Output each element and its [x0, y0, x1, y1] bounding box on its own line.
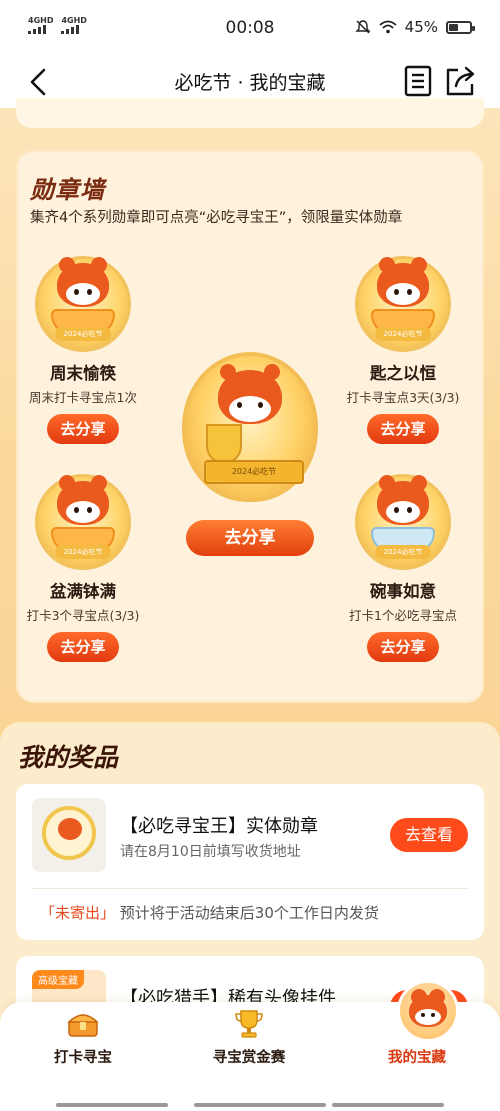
badge-medal: 2024必吃节: [182, 352, 318, 502]
status-tag: 「未寄出」: [40, 904, 116, 922]
view-prize-button[interactable]: 去查看: [390, 818, 468, 852]
advanced-treasure-tag: 高级宝藏: [32, 970, 84, 989]
tab-label: 我的宝藏: [388, 1050, 446, 1066]
prize-subtitle: 请在8月10日前填写收货地址: [120, 844, 301, 860]
battery-icon: [446, 20, 475, 34]
badge-plate: 2024必吃节: [204, 460, 304, 484]
status-text: 预计将于活动结束后30个工作日内发货: [119, 904, 379, 922]
badge-desc: 打卡寻宝点3天(3/3): [346, 390, 460, 405]
wifi-icon: [379, 20, 397, 34]
badge-ribbon: 2024必吃节: [55, 327, 111, 341]
share-badge-button[interactable]: 去分享: [367, 414, 439, 444]
badge-name: 匙之以恒: [370, 364, 436, 383]
share-master-badge-button[interactable]: 去分享: [186, 520, 314, 556]
badge-medal: 2024必吃节: [355, 256, 451, 352]
badge-medal: 2024必吃节: [35, 256, 131, 352]
battery-percent: 45%: [404, 18, 438, 36]
tab-checkin[interactable]: 打卡寻宝: [0, 1002, 166, 1082]
badge-item: 2024必吃节 碗事如意 打卡1个必吃寻宝点 去分享: [328, 474, 478, 662]
badge-medal: 2024必吃节: [355, 474, 451, 570]
badge-desc: 周末打卡寻宝点1次: [29, 390, 137, 405]
tab-label: 打卡寻宝: [54, 1050, 112, 1066]
badge-medal: 2024必吃节: [35, 474, 131, 570]
badge-item: 2024必吃节 盆满钵满 打卡3个寻宝点(3/3) 去分享: [8, 474, 158, 662]
badge-ribbon: 2024必吃节: [375, 545, 431, 559]
badge-ribbon: 2024必吃节: [375, 327, 431, 341]
badge-wall-title: 勋章墙: [30, 176, 105, 204]
share-badge-button[interactable]: 去分享: [47, 632, 119, 662]
red-panda-icon: [57, 475, 109, 525]
share-button[interactable]: [444, 64, 478, 98]
red-panda-icon: [397, 980, 459, 1042]
red-panda-icon: [57, 257, 109, 307]
trophy-icon: [235, 1010, 263, 1038]
badge-item: 2024必吃节 匙之以恒 打卡寻宝点3天(3/3) 去分享: [328, 256, 478, 444]
prize-card: 【必吃寻宝王】实体勋章 请在8月10日前填写收货地址 去查看 「未寄出」 预计将…: [16, 784, 484, 940]
prizes-title: 我的奖品: [18, 743, 119, 772]
status-bar: 4GHD 4GHD 00:08 45%: [0, 0, 500, 56]
tab-bounty-contest[interactable]: 寻宝赏金赛: [166, 1002, 332, 1082]
battery-fill: [449, 23, 458, 31]
badge-ribbon: 2024必吃节: [55, 545, 111, 559]
previous-section-card: [16, 98, 484, 128]
share-badge-button[interactable]: 去分享: [47, 414, 119, 444]
share-badge-button[interactable]: 去分享: [367, 632, 439, 662]
master-badge: 2024必吃节: [182, 352, 318, 502]
badge-wall: 勋章墙 集齐4个系列勋章即可点亮“必吃寻宝王”，领限量实体勋章 2024必吃节 …: [16, 150, 484, 703]
badge-desc: 打卡3个寻宝点(3/3): [26, 608, 140, 623]
shipping-status: 「未寄出」 预计将于活动结束后30个工作日内发货: [40, 902, 379, 923]
tab-label: 寻宝赏金赛: [212, 1050, 286, 1066]
medal-image-icon: [42, 806, 96, 860]
bottom-tab-bar: 打卡寻宝 寻宝赏金赛 我的宝藏: [0, 980, 500, 1111]
rules-button[interactable]: [402, 64, 434, 98]
gesture-bar: [194, 1103, 326, 1107]
trophy-icon: [206, 424, 242, 464]
status-right: 45%: [354, 18, 475, 36]
badge-desc: 打卡1个必吃寻宝点: [349, 608, 457, 623]
badge-name: 盆满钵满: [50, 582, 116, 601]
red-panda-icon: [218, 364, 282, 424]
badge-name: 周末愉筷: [50, 364, 116, 383]
divider: [32, 888, 468, 889]
treasure-chest-icon: [67, 1014, 99, 1037]
prize-name: 【必吃寻宝王】实体勋章: [120, 816, 318, 837]
share-icon: [446, 66, 475, 96]
red-panda-icon: [377, 475, 429, 525]
prize-thumbnail: [32, 798, 106, 872]
mute-icon: [354, 20, 371, 34]
badge-item: 2024必吃节 周末愉筷 周末打卡寻宝点1次 去分享: [8, 256, 158, 444]
document-icon: [404, 65, 432, 97]
badge-name: 碗事如意: [370, 582, 436, 601]
badge-wall-subtitle: 集齐4个系列勋章即可点亮“必吃寻宝王”，领限量实体勋章: [30, 210, 403, 226]
gesture-bar: [56, 1103, 168, 1107]
red-panda-icon: [377, 257, 429, 307]
gesture-bar: [332, 1103, 444, 1107]
